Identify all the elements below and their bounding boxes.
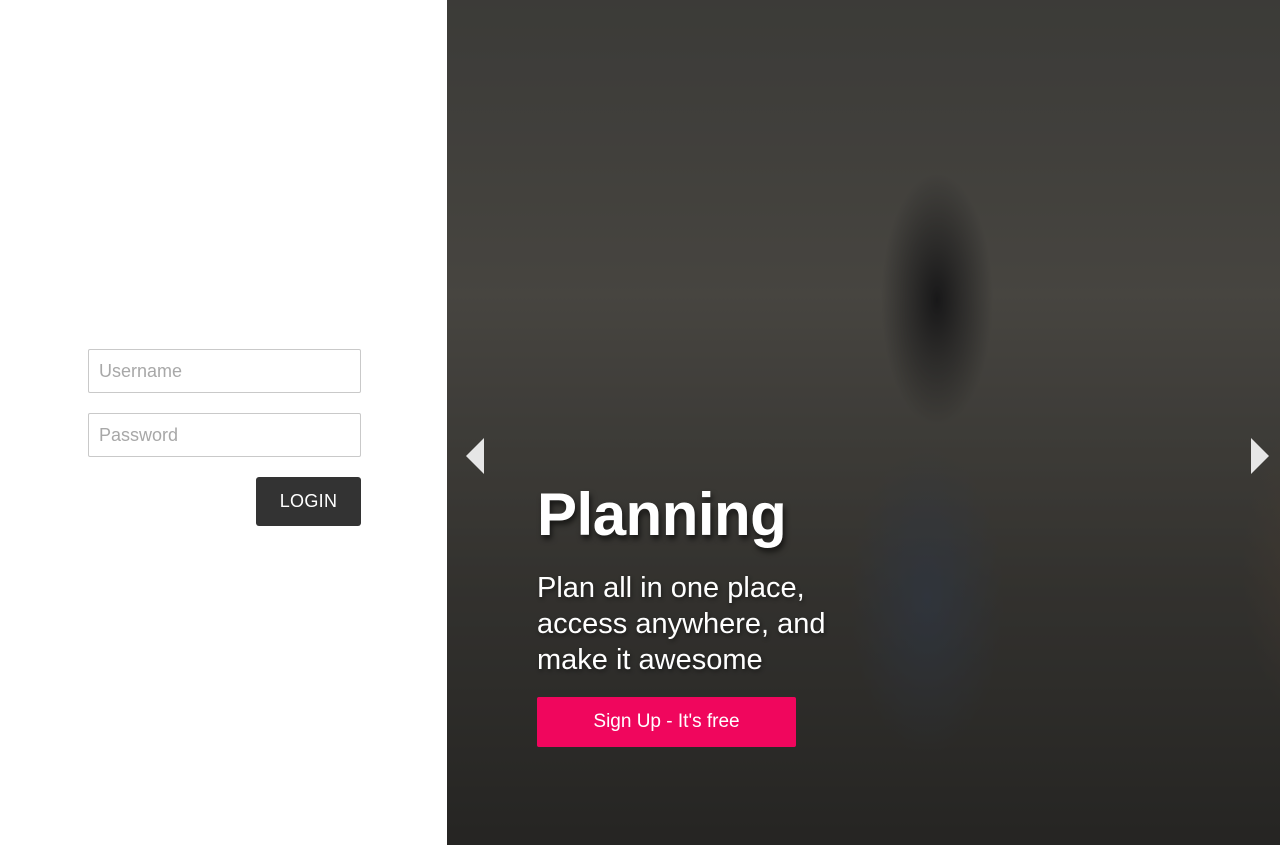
slide-title: Planning [537, 481, 787, 548]
hero-carousel: Planning Plan all in one place, access a… [447, 0, 1280, 845]
login-panel: LOGIN [0, 0, 447, 845]
login-page: LOGIN Planning Plan all in one place, ac… [0, 0, 1280, 845]
signup-button[interactable]: Sign Up - It's free [537, 697, 796, 747]
login-actions: LOGIN [88, 477, 361, 526]
username-input[interactable] [88, 349, 361, 393]
login-button[interactable]: LOGIN [256, 477, 361, 526]
slide: Planning Plan all in one place, access a… [447, 0, 1280, 845]
slide-subtitle: Plan all in one place, access anywhere, … [537, 572, 826, 676]
password-input[interactable] [88, 413, 361, 457]
login-form: LOGIN [88, 349, 361, 526]
